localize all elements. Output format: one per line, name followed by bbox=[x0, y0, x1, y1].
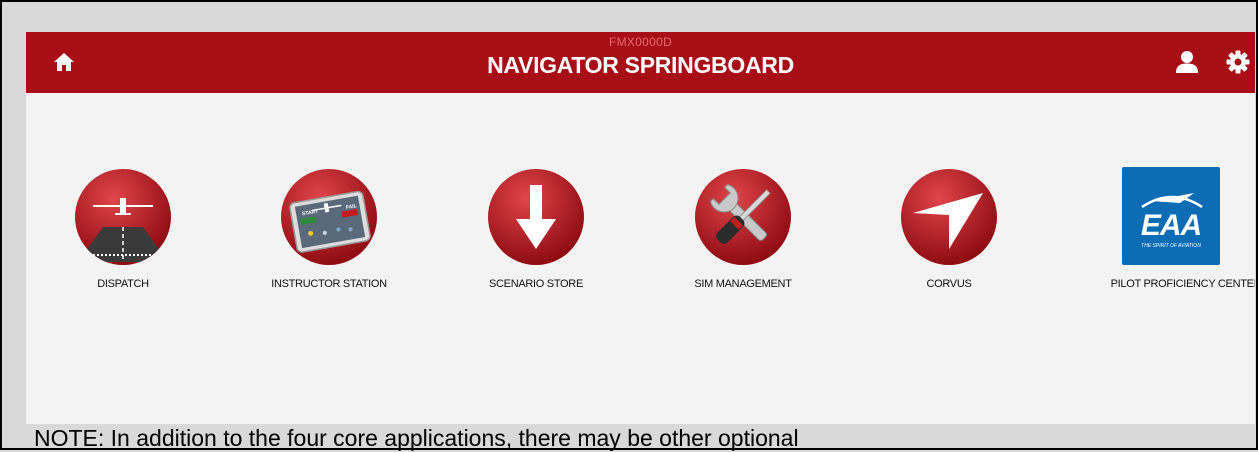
app-label: CORVUS bbox=[926, 278, 972, 290]
navigation-arrow-icon bbox=[899, 167, 999, 267]
app-instructor-station[interactable]: START FAIL INSTRUCTOR STATION bbox=[249, 167, 409, 297]
eaa-logo-text: EAA bbox=[1140, 209, 1202, 242]
note-text: NOTE: In addition to the four core appli… bbox=[34, 425, 799, 451]
user-icon[interactable] bbox=[1175, 50, 1199, 74]
header-bar: FMX0000D NAVIGATOR SPRINGBOARD bbox=[26, 32, 1255, 93]
app-corvus[interactable]: CORVUS bbox=[869, 167, 1029, 297]
eaa-logo-tagline: THE SPIRIT OF AVIATION bbox=[1141, 243, 1201, 249]
app-label: SCENARIO STORE bbox=[488, 278, 583, 290]
app-label: SIM MANAGEMENT bbox=[694, 278, 792, 290]
device-code: FMX0000D bbox=[608, 35, 673, 49]
app-label: DISPATCH bbox=[97, 278, 149, 290]
home-icon[interactable] bbox=[53, 51, 75, 73]
airplane-runway-icon bbox=[73, 167, 173, 267]
wrench-screwdriver-icon bbox=[693, 167, 793, 267]
download-arrow-icon bbox=[486, 167, 586, 267]
app-dispatch[interactable]: DISPATCH bbox=[43, 167, 203, 297]
app-pilot-proficiency-center[interactable]: EAA THE SPIRIT OF AVIATION PILOT PROFICI… bbox=[1076, 167, 1255, 297]
app-label: PILOT PROFICIENCY CENTER bbox=[1110, 278, 1255, 290]
page-title: NAVIGATOR SPRINGBOARD bbox=[487, 52, 794, 78]
document-frame: FMX0000D NAVIGATOR SPRINGBOARD DISPATCH … bbox=[0, 0, 1258, 451]
app-scenario-store[interactable]: SCENARIO STORE bbox=[456, 167, 616, 297]
tablet-instructor-icon bbox=[279, 167, 379, 267]
eaa-logo-icon: EAA THE SPIRIT OF AVIATION bbox=[1122, 167, 1220, 265]
springboard-screen: FMX0000D NAVIGATOR SPRINGBOARD DISPATCH … bbox=[26, 32, 1255, 424]
app-label: INSTRUCTOR STATION bbox=[271, 278, 387, 290]
app-sim-management[interactable]: SIM MANAGEMENT bbox=[663, 167, 823, 297]
gear-icon[interactable] bbox=[1226, 50, 1250, 74]
